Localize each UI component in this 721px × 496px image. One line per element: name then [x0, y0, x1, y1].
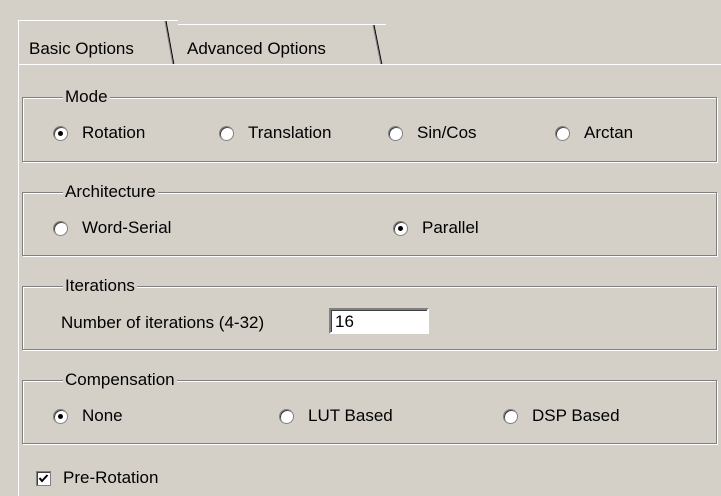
- tab-edge-icon: [164, 21, 175, 64]
- tab-basic-options-label: Basic Options: [29, 39, 134, 58]
- compensation-option-lut-based[interactable]: LUT Based: [279, 406, 393, 426]
- mode-option-label: Rotation: [82, 123, 146, 142]
- mode-option-translation[interactable]: Translation: [219, 123, 331, 143]
- mode-option-rotation[interactable]: Rotation: [53, 123, 145, 143]
- mode-option-label: Translation: [248, 123, 332, 142]
- tab-advanced-options[interactable]: Advanced Options: [176, 24, 386, 64]
- architecture-option-label: Word-Serial: [82, 218, 172, 237]
- tab-advanced-options-label: Advanced Options: [187, 39, 326, 58]
- iterations-group: Iterations Number of iterations (4-32) 1…: [22, 276, 717, 350]
- compensation-option-none[interactable]: None: [53, 406, 123, 426]
- compensation-option-label: DSP Based: [532, 406, 620, 425]
- compensation-group-title: Compensation: [63, 370, 177, 390]
- tab-edge-icon: [372, 25, 383, 64]
- radio-icon[interactable]: [388, 125, 403, 141]
- iterations-group-title: Iterations: [63, 276, 137, 296]
- compensation-option-label: None: [82, 406, 123, 425]
- tab-page-border: [18, 64, 721, 65]
- mode-group: Mode Rotation Translation Sin/Cos Arctan: [22, 87, 717, 162]
- mode-option-label: Sin/Cos: [417, 123, 477, 142]
- compensation-group: Compensation None LUT Based DSP Based: [22, 370, 717, 444]
- pre-rotation-label: Pre-Rotation: [63, 468, 159, 487]
- radio-selected-icon[interactable]: [53, 408, 68, 424]
- radio-icon[interactable]: [279, 408, 294, 424]
- radio-icon[interactable]: [555, 125, 570, 141]
- radio-icon[interactable]: [53, 220, 68, 236]
- architecture-group-title: Architecture: [63, 182, 158, 202]
- mode-group-title: Mode: [63, 87, 110, 107]
- compensation-option-label: LUT Based: [308, 406, 393, 425]
- iterations-label-text: Number of iterations (4-32): [61, 313, 265, 332]
- mode-option-arctan[interactable]: Arctan: [555, 123, 633, 143]
- architecture-option-label: Parallel: [422, 218, 479, 237]
- mode-option-sincos[interactable]: Sin/Cos: [388, 123, 477, 143]
- tab-strip: Advanced Options Basic Options: [0, 0, 721, 65]
- iterations-input[interactable]: 16: [329, 308, 429, 334]
- architecture-option-parallel[interactable]: Parallel: [393, 218, 479, 238]
- pre-rotation-checkbox[interactable]: [36, 470, 51, 486]
- architecture-option-word-serial[interactable]: Word-Serial: [53, 218, 171, 238]
- compensation-option-dsp-based[interactable]: DSP Based: [503, 406, 620, 426]
- radio-icon[interactable]: [503, 408, 518, 424]
- architecture-group: Architecture Word-Serial Parallel: [22, 182, 717, 256]
- tab-page-border-left: [18, 64, 19, 496]
- pre-rotation-checkbox-row[interactable]: Pre-Rotation: [36, 468, 158, 488]
- radio-selected-icon[interactable]: [393, 220, 408, 236]
- checkmark-icon: [38, 473, 49, 483]
- radio-selected-icon[interactable]: [53, 125, 68, 141]
- iterations-label: Number of iterations (4-32): [61, 313, 264, 333]
- radio-icon[interactable]: [219, 125, 234, 141]
- tab-basic-options[interactable]: Basic Options: [18, 20, 178, 64]
- mode-option-label: Arctan: [584, 123, 634, 142]
